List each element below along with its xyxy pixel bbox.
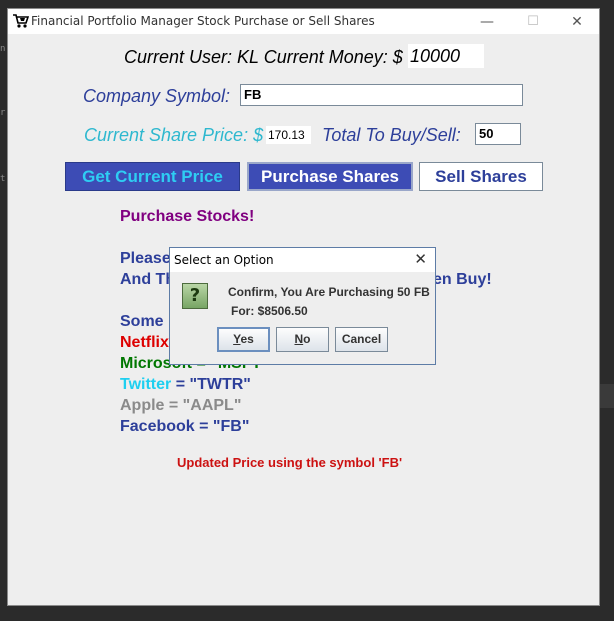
dialog-title: Select an Option [174,253,274,267]
ide-gutter-glyph: r [0,108,6,118]
confirm-dialog: Select an Option ✕ ? Confirm, You Are Pu… [169,247,436,365]
dialog-title-bar[interactable]: Select an Option ✕ [170,248,435,272]
info-line-some: Some I [120,313,173,330]
window-title: Financial Portfolio Manager Stock Purcha… [31,14,375,28]
ide-gutter-glyph: n [0,44,6,54]
status-message: Updated Price using the symbol 'FB' [177,455,403,470]
dialog-message-line2: For: $8506.50 [231,304,308,318]
twitter-line: Twitter = "TWTR" [120,376,251,394]
yes-label-rest: es [240,332,254,346]
minimize-button[interactable]: — [472,12,502,32]
current-user-label: Current User: KL Current Money: $ [124,47,403,67]
dialog-message-line1: Confirm, You Are Purchasing 50 FB [228,285,430,299]
facebook-label: Facebook = "FB" [120,418,250,435]
dialog-close-icon[interactable]: ✕ [414,250,427,268]
question-icon: ? [182,283,208,309]
company-symbol-value: FB [244,87,262,102]
shopping-cart-icon [13,14,29,28]
cancel-button[interactable]: Cancel [335,327,388,352]
current-share-price-label: Current Share Price: $ [84,125,264,145]
title-bar[interactable]: Financial Portfolio Manager Stock Purcha… [8,9,599,34]
ide-highlight-stripe [600,384,614,408]
total-to-buy-sell-input[interactable]: 50 [475,123,521,145]
no-mnemonic: N [294,332,304,346]
purchase-shares-button[interactable]: Purchase Shares [247,162,413,191]
apple-label: Apple = "AAPL" [120,397,242,414]
purchase-stocks-heading: Purchase Stocks! [120,208,255,225]
close-button[interactable]: ✕ [562,12,592,32]
ide-gutter-glyph: t [0,174,6,184]
info-line-please: Please [120,250,171,267]
info-line-and-then-end: en Buy! [433,271,492,288]
yes-button[interactable]: Yes [217,327,270,352]
total-to-buy-sell-label: Total To Buy/Sell: [322,125,461,145]
ide-background-left: n r t [0,0,7,621]
current-money-field: 10000 [408,44,484,68]
sell-shares-button[interactable]: Sell Shares [419,162,543,191]
twitter-code: = "TWTR" [171,376,251,393]
ide-background-right [600,0,614,621]
share-price-field: 170.13 [266,126,311,144]
info-line-and-then-start: And Th [120,271,176,288]
share-price-value: 170.13 [268,128,305,142]
get-current-price-button[interactable]: Get Current Price [65,162,240,191]
no-label-rest: o [303,332,311,346]
no-button[interactable]: No [276,327,329,352]
company-symbol-input[interactable]: FB [240,84,523,106]
twitter-name: Twitter [120,376,172,393]
netflix-label: Netflix [120,334,169,351]
company-symbol-label: Company Symbol: [83,86,231,106]
total-to-buy-sell-value: 50 [479,126,494,141]
current-money-value: 10000 [410,46,461,66]
maximize-button[interactable]: ☐ [518,12,548,32]
